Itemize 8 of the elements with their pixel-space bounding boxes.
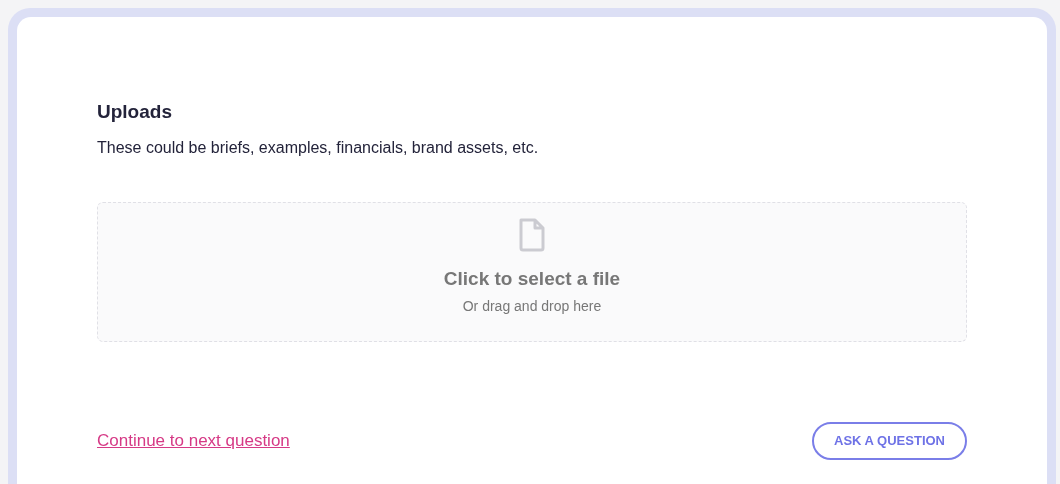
dropzone-title: Click to select a file [443, 267, 621, 291]
dropzone-hint: Or drag and drop here [462, 297, 602, 315]
continue-link[interactable]: Continue to next question [97, 428, 290, 454]
ask-question-button[interactable]: ASK A QUESTION [812, 422, 967, 460]
section-title: Uploads [97, 100, 173, 124]
file-icon [518, 217, 546, 253]
file-dropzone[interactable]: Click to select a file Or drag and drop here [97, 202, 967, 342]
section-description: These could be briefs, examples, financials, brand assets, etc. [97, 138, 540, 158]
